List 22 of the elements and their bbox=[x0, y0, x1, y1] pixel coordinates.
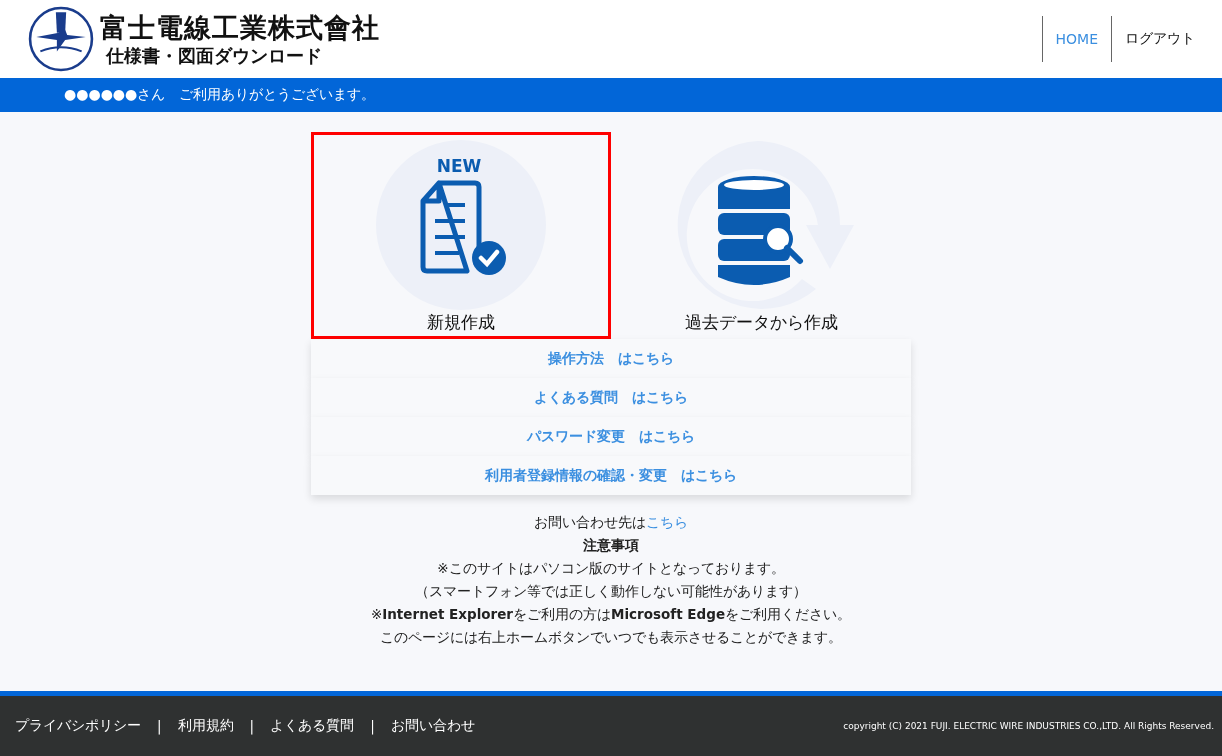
nav-link[interactable]: ログアウト bbox=[1111, 16, 1208, 62]
footer-link[interactable]: お問い合わせ bbox=[390, 717, 475, 735]
footer-link[interactable]: よくある質問 bbox=[270, 717, 355, 735]
notice-text: ※このサイトはパソコン版のサイトとなっております。 bbox=[437, 560, 785, 576]
footer-separator: | bbox=[370, 718, 375, 734]
site-subtitle: 仕様書・図面ダウンロード bbox=[104, 45, 323, 67]
footer-separator: | bbox=[249, 718, 255, 734]
company-name: 富士電線工業株式會社 bbox=[100, 11, 380, 45]
notice-title: 注意事項 bbox=[583, 537, 639, 553]
notice-text: このページには右上ホームボタンでいつでも表示させることができます。 bbox=[380, 629, 842, 645]
contact-text: お問い合わせ先は bbox=[534, 514, 646, 530]
welcome-message: ●●●●●●さん ご利用ありがとうございます。 bbox=[64, 86, 376, 104]
notice-text: （スマートフォン等では正しく動作しない可能性があります） bbox=[415, 583, 807, 599]
new-document-icon: NEW bbox=[375, 139, 547, 311]
menu-tile[interactable]: 過去データから作成 bbox=[611, 132, 911, 339]
footer-separator: | bbox=[157, 718, 162, 734]
company-logo-icon bbox=[28, 6, 94, 72]
footer-link[interactable]: 利用規約 bbox=[177, 717, 234, 735]
notice-text: ※Internet Explorerをご利用の方はMicrosoft Edgeをご利用ください。 bbox=[370, 606, 852, 622]
copyright-text: copyright (C) 2021 FUJI. ELECTRIC WIRE INDUSTRIES CO.,LTD. All Rights Reserved. bbox=[843, 721, 1214, 731]
footer-link[interactable]: プライバシポリシー bbox=[15, 717, 141, 735]
menu-tile[interactable]: NEW 新規作成 bbox=[311, 132, 611, 339]
